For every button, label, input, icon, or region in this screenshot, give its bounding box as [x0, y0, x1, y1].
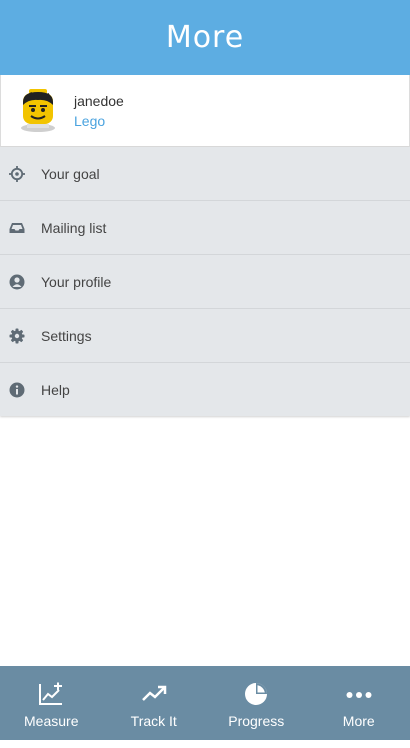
bottom-safe-area — [0, 740, 410, 748]
lego-head-icon — [21, 89, 55, 132]
ellipsis-icon — [346, 682, 372, 706]
menu-item-label: Mailing list — [41, 219, 107, 236]
trending-up-icon — [141, 682, 167, 706]
menu-item-label: Your profile — [41, 273, 112, 290]
menu-item-your-goal[interactable]: Your goal — [0, 147, 410, 201]
tab-label: Progress — [228, 713, 285, 729]
gear-icon — [9, 328, 25, 344]
tab-more[interactable]: More — [308, 666, 410, 740]
tab-label: More — [342, 713, 375, 729]
app-header: More — [0, 0, 410, 75]
tab-label: Measure — [24, 713, 79, 729]
profile-username: janedoe — [74, 93, 124, 109]
pie-chart-icon — [243, 682, 269, 706]
avatar — [17, 88, 59, 132]
menu-item-your-profile[interactable]: Your profile — [0, 255, 410, 309]
page-title: More — [165, 20, 245, 55]
bottom-tab-bar: Measure Track It Progress More — [0, 666, 410, 740]
tab-track-it[interactable]: Track It — [103, 666, 206, 740]
profile-theme-link[interactable]: Lego — [74, 113, 124, 129]
user-icon — [9, 274, 25, 290]
menu-item-label: Settings — [41, 327, 92, 344]
menu-item-mailing-list[interactable]: Mailing list — [0, 201, 410, 255]
crosshair-icon — [9, 166, 25, 182]
menu-item-label: Help — [41, 381, 70, 398]
tab-progress[interactable]: Progress — [205, 666, 308, 740]
more-menu: Your goal Mailing list Your profile Sett… — [0, 147, 410, 416]
menu-item-help[interactable]: Help — [0, 363, 410, 416]
inbox-icon — [9, 220, 25, 236]
tab-measure[interactable]: Measure — [0, 666, 103, 740]
chart-plus-icon — [38, 682, 64, 706]
info-icon — [9, 382, 25, 398]
tab-label: Track It — [130, 713, 177, 729]
menu-item-settings[interactable]: Settings — [0, 309, 410, 363]
profile-card[interactable]: janedoe Lego — [0, 75, 410, 147]
menu-item-label: Your goal — [41, 165, 100, 182]
